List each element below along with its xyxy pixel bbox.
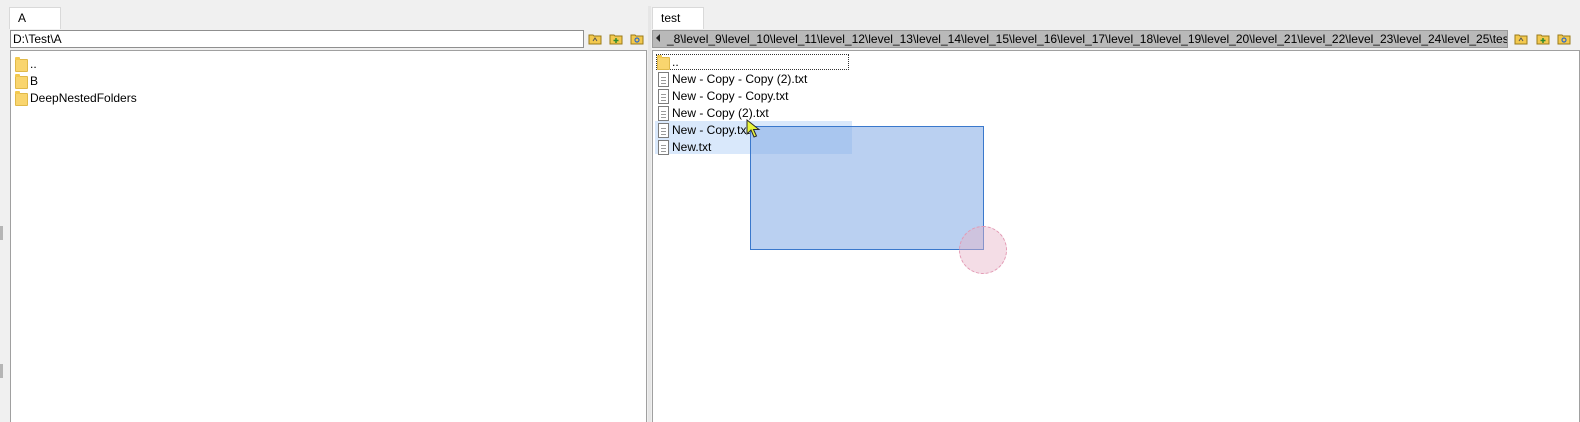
window-edge-mark	[0, 364, 3, 378]
window-edge-mark	[0, 226, 3, 240]
folder-icon	[14, 73, 28, 89]
path-field[interactable]: _8\level_9\level_10\level_11\level_12\le…	[652, 30, 1508, 48]
item-name: B	[30, 74, 39, 88]
folder-refresh-icon[interactable]	[630, 32, 644, 45]
scroll-left-icon[interactable]	[656, 34, 660, 42]
folder-up-icon[interactable]	[588, 32, 602, 45]
right-pane: test _8\level_9\level_10\level_11\level_…	[651, 0, 1580, 422]
text-file-icon	[656, 139, 670, 155]
folder-up-icon[interactable]	[1514, 32, 1528, 45]
new-folder-icon[interactable]	[1536, 32, 1550, 45]
tab-a[interactable]: A	[9, 7, 61, 29]
folder-icon	[14, 56, 28, 72]
list-item-folder-parent[interactable]: ..	[656, 54, 849, 70]
path-field[interactable]: D:\Test\A	[10, 30, 584, 48]
folder-icon	[656, 54, 670, 70]
tab-label: test	[661, 11, 681, 25]
item-name: ..	[672, 55, 679, 69]
folder-refresh-icon[interactable]	[1557, 32, 1571, 45]
mouse-cursor-icon	[746, 119, 761, 138]
item-name: New.txt	[672, 140, 712, 154]
folder-icon	[14, 90, 28, 106]
item-name: New - Copy.txt	[672, 123, 750, 137]
text-file-icon	[656, 122, 670, 138]
path-text: _8\level_9\level_10\level_11\level_12\le…	[667, 32, 1508, 46]
item-name: New - Copy - Copy (2).txt	[672, 72, 808, 86]
new-folder-icon[interactable]	[609, 32, 623, 45]
item-name: New - Copy - Copy.txt	[672, 89, 789, 103]
path-text: D:\Test\A	[13, 32, 62, 46]
item-name: DeepNestedFolders	[30, 91, 137, 105]
text-file-icon	[656, 88, 670, 104]
selection-marquee	[750, 126, 984, 250]
click-indicator	[959, 226, 1007, 274]
tab-label: A	[18, 11, 27, 25]
left-pane: A D:\Test\A .. B DeepNestedFolders	[0, 0, 648, 422]
tab-test[interactable]: test	[652, 7, 704, 29]
text-file-icon	[656, 105, 670, 121]
file-list[interactable]: .. B DeepNestedFolders	[10, 50, 647, 422]
text-file-icon	[656, 71, 670, 87]
item-name: ..	[30, 57, 37, 71]
